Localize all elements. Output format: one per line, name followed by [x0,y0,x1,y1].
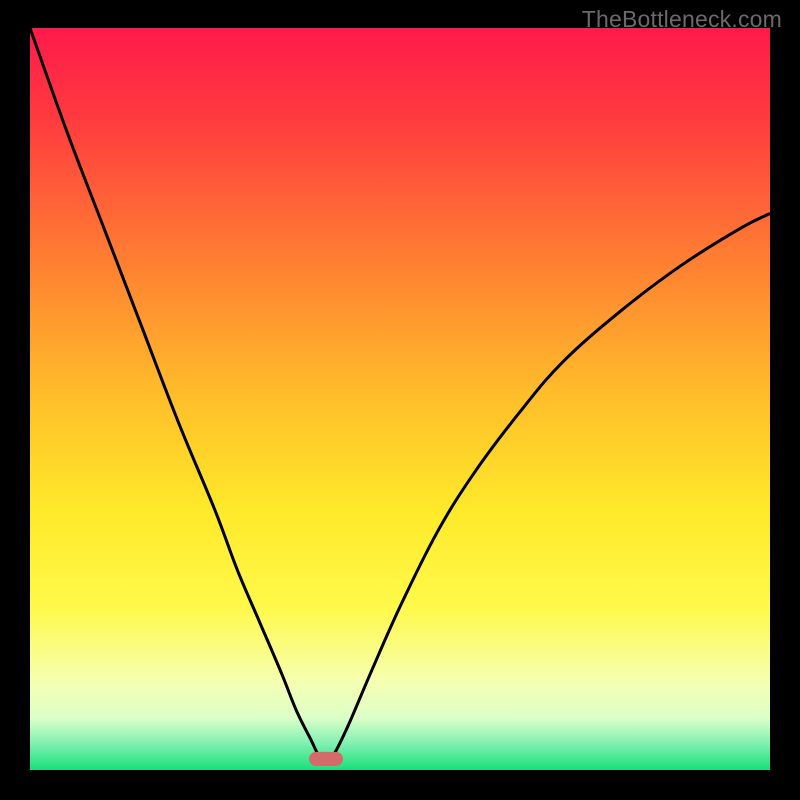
chart-frame [30,28,770,770]
min-marker [309,752,343,766]
watermark-text: TheBottleneck.com [582,6,782,33]
chart-plot [30,28,770,770]
bottleneck-curve [30,28,770,761]
